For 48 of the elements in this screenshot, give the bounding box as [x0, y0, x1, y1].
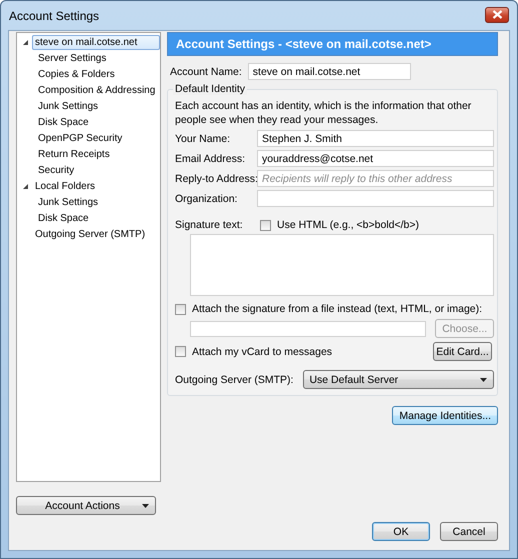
dialog-button[interactable]: Cancel: [440, 522, 498, 541]
tree-item[interactable]: Disk Space: [35, 114, 92, 130]
tree-item[interactable]: OpenPGP Security: [35, 130, 126, 146]
tree-item[interactable]: Outgoing Server (SMTP): [32, 226, 148, 242]
group-title: Default Identity: [173, 83, 248, 95]
expand-icon[interactable]: [23, 184, 28, 188]
field-label: Your Name:: [175, 132, 232, 144]
checkbox[interactable]: [260, 220, 271, 230]
checkbox-label: Attach my vCard to messages: [192, 346, 334, 358]
server-dropdown[interactable]: Use Default Server: [303, 370, 494, 389]
text-field[interactable]: Recipients will reply to this other address: [257, 170, 494, 187]
checkbox[interactable]: [175, 304, 186, 314]
account-actions-button[interactable]: Account Actions: [16, 496, 156, 515]
caret-icon: [142, 504, 149, 508]
edit-card-button[interactable]: Edit Card...: [433, 342, 492, 361]
dialog-button[interactable]: OK: [372, 522, 430, 541]
field-label: Email Address:: [175, 152, 246, 164]
dropdown-arrow-icon: [480, 378, 487, 382]
text-field[interactable]: [257, 190, 494, 207]
tree-item[interactable]: Copies & Folders: [35, 66, 118, 82]
manage-identities-button[interactable]: Manage Identities...: [392, 406, 498, 425]
close-icon: [492, 10, 502, 19]
tree-item[interactable]: Security: [35, 162, 78, 178]
description-text: Each account has an identity, which is the information that other people see when they read your messages.: [175, 99, 472, 127]
signature-field[interactable]: [190, 234, 494, 296]
field-label: Signature text:: [175, 219, 244, 231]
account-name-field[interactable]: steve on mail.cotse.net: [248, 63, 411, 80]
field-label: Outgoing Server (SMTP):: [175, 374, 294, 386]
panel-header: Account Settings - <steve on mail.cotse.net>: [167, 32, 498, 56]
text-field[interactable]: youraddress@cotse.net: [257, 150, 494, 167]
tree-item[interactable]: Junk Settings: [35, 98, 102, 114]
text-field[interactable]: Stephen J. Smith: [257, 130, 494, 147]
tree-item[interactable]: Local Folders: [32, 178, 98, 194]
tree-item[interactable]: steve on mail.cotse.net: [32, 34, 160, 50]
field-label: Organization:: [175, 192, 238, 204]
tree-item[interactable]: Disk Space: [35, 210, 92, 226]
field-label: Account Name:: [170, 66, 242, 78]
checkbox[interactable]: [175, 346, 186, 357]
tree-item[interactable]: Composition & Addressing: [35, 82, 158, 98]
file-path-field[interactable]: [190, 320, 426, 336]
checkbox-label: Attach the signature from a file instead (text, HTML, or image):: [192, 303, 482, 315]
tree-item[interactable]: Server Settings: [35, 50, 110, 66]
checkbox-label: Use HTML (e.g., <b>bold</b>): [277, 219, 420, 231]
window-title: Account Settings: [8, 8, 100, 22]
field-label: Reply-to Address:: [175, 172, 257, 184]
tree-item[interactable]: Junk Settings: [35, 194, 102, 210]
tree-item[interactable]: Return Receipts: [35, 146, 113, 162]
close-button[interactable]: [485, 6, 509, 22]
